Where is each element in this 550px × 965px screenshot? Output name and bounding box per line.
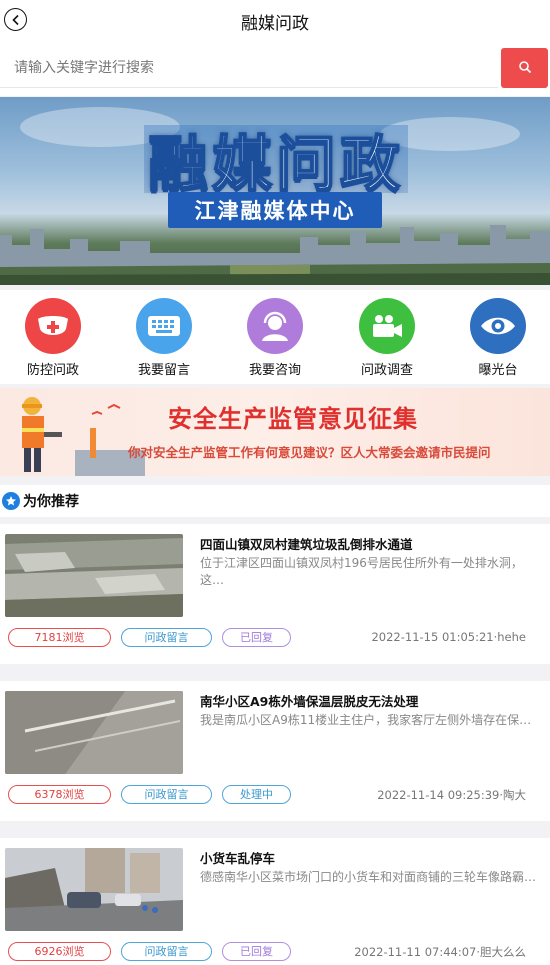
card-summary: 我是南瓜小区A9栋11楼业主住户，我家客厅左侧外墙存在保温…: [200, 713, 540, 727]
nav-item-consult[interactable]: 我要咨询: [225, 298, 325, 378]
views-badge: 6926浏览: [8, 942, 111, 961]
card-title: 小货车乱停车: [200, 851, 276, 866]
banner-subtitle: 江津融媒体中心: [168, 192, 382, 228]
search-icon: [518, 59, 532, 78]
nav-item-survey[interactable]: 问政调查: [337, 298, 437, 378]
nav-label: 我要留言: [137, 363, 190, 378]
promo-subtitle: 你对安全生产监管工作有何意见建议？区人大常委会邀请市民提问: [128, 445, 491, 460]
search-input[interactable]: [0, 48, 498, 88]
video-camera-icon: [359, 298, 415, 354]
eye-icon: [470, 298, 526, 354]
worker-illustration: [22, 397, 145, 476]
banner-title: 融媒问政: [144, 125, 408, 201]
nav-item-exposure[interactable]: 曝光台: [448, 298, 548, 378]
section-header: 为你推荐: [0, 485, 550, 517]
search-button[interactable]: [501, 48, 548, 88]
nav-label: 曝光台: [478, 363, 518, 378]
card-thumbnail: [5, 691, 183, 774]
promo-banner[interactable]: 安全生产监管意见征集 你对安全生产监管工作有何意见建议？区人大常委会邀请市民提问: [0, 388, 550, 476]
section-title: 为你推荐: [23, 494, 79, 510]
nav-item-message[interactable]: 我要留言: [114, 298, 214, 378]
card-thumbnail: [5, 848, 183, 931]
list-item[interactable]: 四面山镇双凤村建筑垃圾乱倒排水通道 位于江津区四面山镇双凤村196号居民住所外有…: [0, 524, 550, 664]
card-summary: 德感南华小区菜市场门口的小货车和对面商铺的三轮车像路霸…: [200, 870, 537, 884]
nav-label: 防控问政: [26, 363, 79, 378]
card-meta: 2022-11-11 07:44:07·胆大么么: [354, 945, 526, 959]
headset-user-icon: [247, 298, 303, 354]
quick-nav: 防控问政 我要留言 我要咨询 问政调查 曝光台: [0, 290, 550, 384]
card-thumbnail: [5, 534, 183, 617]
status-badge: 已回复: [222, 628, 291, 647]
card-title: 南华小区A9栋外墙保温层脱皮无法处理: [200, 694, 419, 709]
page-title: 融媒问政: [241, 14, 309, 34]
status-badge: 已回复: [222, 942, 291, 961]
card-summary: 位于江津区四面山镇双凤村196号居民住所外有一处排水洞，这…: [200, 556, 523, 587]
app-screen: 融媒问政 融媒问政 江津融媒体中心: [0, 0, 550, 965]
list-item[interactable]: 小货车乱停车 德感南华小区菜市场门口的小货车和对面商铺的三轮车像路霸… 6926…: [0, 838, 550, 965]
star-badge-icon: [2, 492, 20, 510]
type-badge: 问政留言: [121, 628, 212, 647]
top-bar: 融媒问政: [0, 0, 550, 40]
promo-title: 安全生产监管意见征集: [168, 405, 418, 433]
list-item[interactable]: 南华小区A9栋外墙保温层脱皮无法处理 我是南瓜小区A9栋11楼业主住户，我家客厅…: [0, 681, 550, 821]
mask-icon: [25, 298, 81, 354]
type-badge: 问政留言: [121, 785, 212, 804]
card-meta: 2022-11-14 09:25:39·陶大: [377, 788, 526, 802]
views-badge: 7181浏览: [8, 628, 111, 647]
search-bar: [0, 40, 550, 96]
card-title: 四面山镇双凤村建筑垃圾乱倒排水通道: [200, 537, 413, 552]
banner[interactable]: 融媒问政 江津融媒体中心: [0, 97, 550, 285]
type-badge: 问政留言: [121, 942, 212, 961]
card-meta: 2022-11-15 01:05:21·hehe: [371, 630, 526, 644]
keyboard-icon: [136, 298, 192, 354]
nav-label: 问政调查: [360, 363, 413, 378]
status-badge: 处理中: [222, 785, 291, 804]
views-badge: 6378浏览: [8, 785, 111, 804]
nav-label: 我要咨询: [248, 363, 301, 378]
nav-item-epidemic[interactable]: 防控问政: [3, 298, 103, 378]
